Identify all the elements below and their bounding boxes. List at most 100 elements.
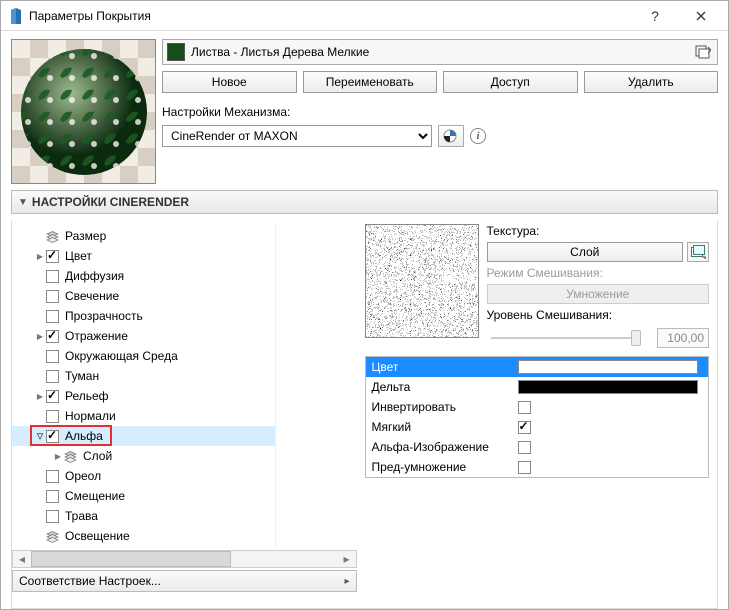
tree-row-label: Рельеф xyxy=(65,389,269,403)
tree-row[interactable]: Свечение xyxy=(12,286,275,306)
scroll-left-arrow[interactable]: ◂ xyxy=(13,551,31,567)
scrollbar-thumb[interactable] xyxy=(31,551,231,567)
mix-level-input[interactable] xyxy=(657,328,709,348)
tree-row[interactable]: Диффузия xyxy=(12,266,275,286)
app-icon xyxy=(9,8,23,24)
channel-checkbox[interactable] xyxy=(46,390,59,403)
access-button[interactable]: Доступ xyxy=(443,71,578,93)
property-row[interactable]: Цвет xyxy=(366,357,709,377)
property-row[interactable]: Пред-умножение xyxy=(366,457,709,477)
tree-row[interactable]: Размер xyxy=(12,226,275,246)
mix-mode-label: Режим Смешивания: xyxy=(487,266,710,280)
close-button[interactable] xyxy=(678,1,724,31)
channel-checkbox[interactable] xyxy=(46,430,59,443)
mix-level-slider[interactable] xyxy=(487,328,652,348)
property-checkbox[interactable] xyxy=(518,441,531,454)
channel-tree[interactable]: Размер▶ЦветДиффузияСвечениеПрозрачность▶… xyxy=(12,224,276,548)
channel-checkbox[interactable] xyxy=(46,490,59,503)
channel-checkbox[interactable] xyxy=(46,510,59,523)
scroll-right-arrow[interactable]: ▸ xyxy=(338,551,356,567)
expander-icon[interactable]: ▶ xyxy=(34,392,46,401)
tree-row[interactable]: Окружающая Среда xyxy=(12,346,275,366)
material-preview xyxy=(11,39,156,184)
property-checkbox[interactable] xyxy=(518,461,531,474)
property-checkbox[interactable] xyxy=(518,421,531,434)
engine-select[interactable]: CineRender от MAXON xyxy=(162,125,432,147)
color-swatch[interactable] xyxy=(518,380,698,394)
material-menu-button[interactable] xyxy=(693,43,713,61)
tree-row-label: Альфа xyxy=(65,429,269,443)
tree-row-label: Нормали xyxy=(65,409,269,423)
title-bar: Параметры Покрытия ? xyxy=(1,1,728,31)
section-title: НАСТРОЙКИ CINERENDER xyxy=(32,195,189,209)
property-row[interactable]: Мягкий xyxy=(366,417,709,437)
texture-browse-button[interactable] xyxy=(687,242,709,262)
engine-label: Настройки Механизма: xyxy=(162,105,718,119)
channel-checkbox[interactable] xyxy=(46,310,59,323)
expander-icon[interactable]: ▶ xyxy=(34,332,46,341)
tree-row[interactable]: ▶ Отражение xyxy=(12,326,275,346)
info-icon[interactable]: i xyxy=(470,128,486,144)
tree-row-label: Размер xyxy=(65,229,269,243)
channel-checkbox[interactable] xyxy=(46,350,59,363)
texture-label: Текстура: xyxy=(487,224,710,238)
expander-icon[interactable]: ▶ xyxy=(52,452,64,461)
tree-row[interactable]: Смещение xyxy=(12,486,275,506)
channel-checkbox[interactable] xyxy=(46,470,59,483)
section-header[interactable]: ▼ НАСТРОЙКИ CINERENDER xyxy=(11,190,718,214)
property-checkbox[interactable] xyxy=(518,401,531,414)
tree-row-label: Туман xyxy=(65,369,269,383)
tree-row-label: Трава xyxy=(65,509,269,523)
settings-match-button[interactable]: Соответствие Настроек... ▸ xyxy=(12,570,357,592)
texture-preview[interactable] xyxy=(365,224,479,338)
rename-button[interactable]: Переименовать xyxy=(303,71,438,93)
help-button[interactable]: ? xyxy=(632,1,678,31)
cinerender-icon-button[interactable] xyxy=(438,125,464,147)
mix-level-label: Уровень Смешивания: xyxy=(487,308,710,322)
chevron-right-icon: ▸ xyxy=(344,576,349,587)
property-name: Цвет xyxy=(372,360,512,374)
mix-mode-button: Умножение xyxy=(487,284,710,304)
channel-checkbox[interactable] xyxy=(46,330,59,343)
window-title: Параметры Покрытия xyxy=(29,9,632,23)
new-button[interactable]: Новое xyxy=(162,71,297,93)
expander-icon[interactable]: ▿ xyxy=(34,428,46,444)
property-list: Цвет Дельта ИнвертироватьМягкийАльфа-Изобр… xyxy=(365,356,710,478)
tree-row[interactable]: Нормали xyxy=(12,406,275,426)
channel-checkbox[interactable] xyxy=(46,370,59,383)
tree-row[interactable]: Освещение xyxy=(12,526,275,546)
tree-row[interactable]: ▶ Слой xyxy=(12,446,275,466)
material-color-swatch[interactable] xyxy=(167,43,185,61)
tree-row[interactable]: ▶ Рельеф xyxy=(12,386,275,406)
property-row[interactable]: Альфа-Изображение xyxy=(366,437,709,457)
layers-icon xyxy=(64,450,77,463)
expander-icon[interactable]: ▶ xyxy=(34,252,46,261)
horizontal-scrollbar[interactable]: ◂ ▸ xyxy=(12,550,357,568)
channel-checkbox[interactable] xyxy=(46,410,59,423)
tree-row-label: Цвет xyxy=(65,249,269,263)
tree-row[interactable]: Прозрачность xyxy=(12,306,275,326)
tree-row-label: Ореол xyxy=(65,469,269,483)
texture-select-button[interactable]: Слой xyxy=(487,242,684,262)
chevron-down-icon: ▼ xyxy=(18,197,28,208)
slider-thumb[interactable] xyxy=(631,330,641,346)
tree-row-label: Отражение xyxy=(65,329,269,343)
tree-row[interactable]: Туман xyxy=(12,366,275,386)
layers-icon xyxy=(46,230,59,243)
color-swatch[interactable] xyxy=(518,360,698,374)
channel-checkbox[interactable] xyxy=(46,290,59,303)
property-row[interactable]: Дельта xyxy=(366,377,709,397)
tree-row[interactable]: ▶ Цвет xyxy=(12,246,275,266)
property-row[interactable]: Инвертировать xyxy=(366,397,709,417)
channel-checkbox[interactable] xyxy=(46,270,59,283)
tree-row-label: Слой xyxy=(83,449,269,463)
tree-row[interactable]: Ореол xyxy=(12,466,275,486)
tree-row[interactable]: ▿ Альфа xyxy=(12,426,275,446)
delete-button[interactable]: Удалить xyxy=(584,71,719,93)
channel-checkbox[interactable] xyxy=(46,250,59,263)
property-name: Дельта xyxy=(372,380,512,394)
tree-row-label: Окружающая Среда xyxy=(65,349,269,363)
material-name: Листва - Листья Дерева Мелкие xyxy=(191,45,687,59)
tree-row-label: Освещение xyxy=(65,529,269,543)
tree-row[interactable]: Трава xyxy=(12,506,275,526)
